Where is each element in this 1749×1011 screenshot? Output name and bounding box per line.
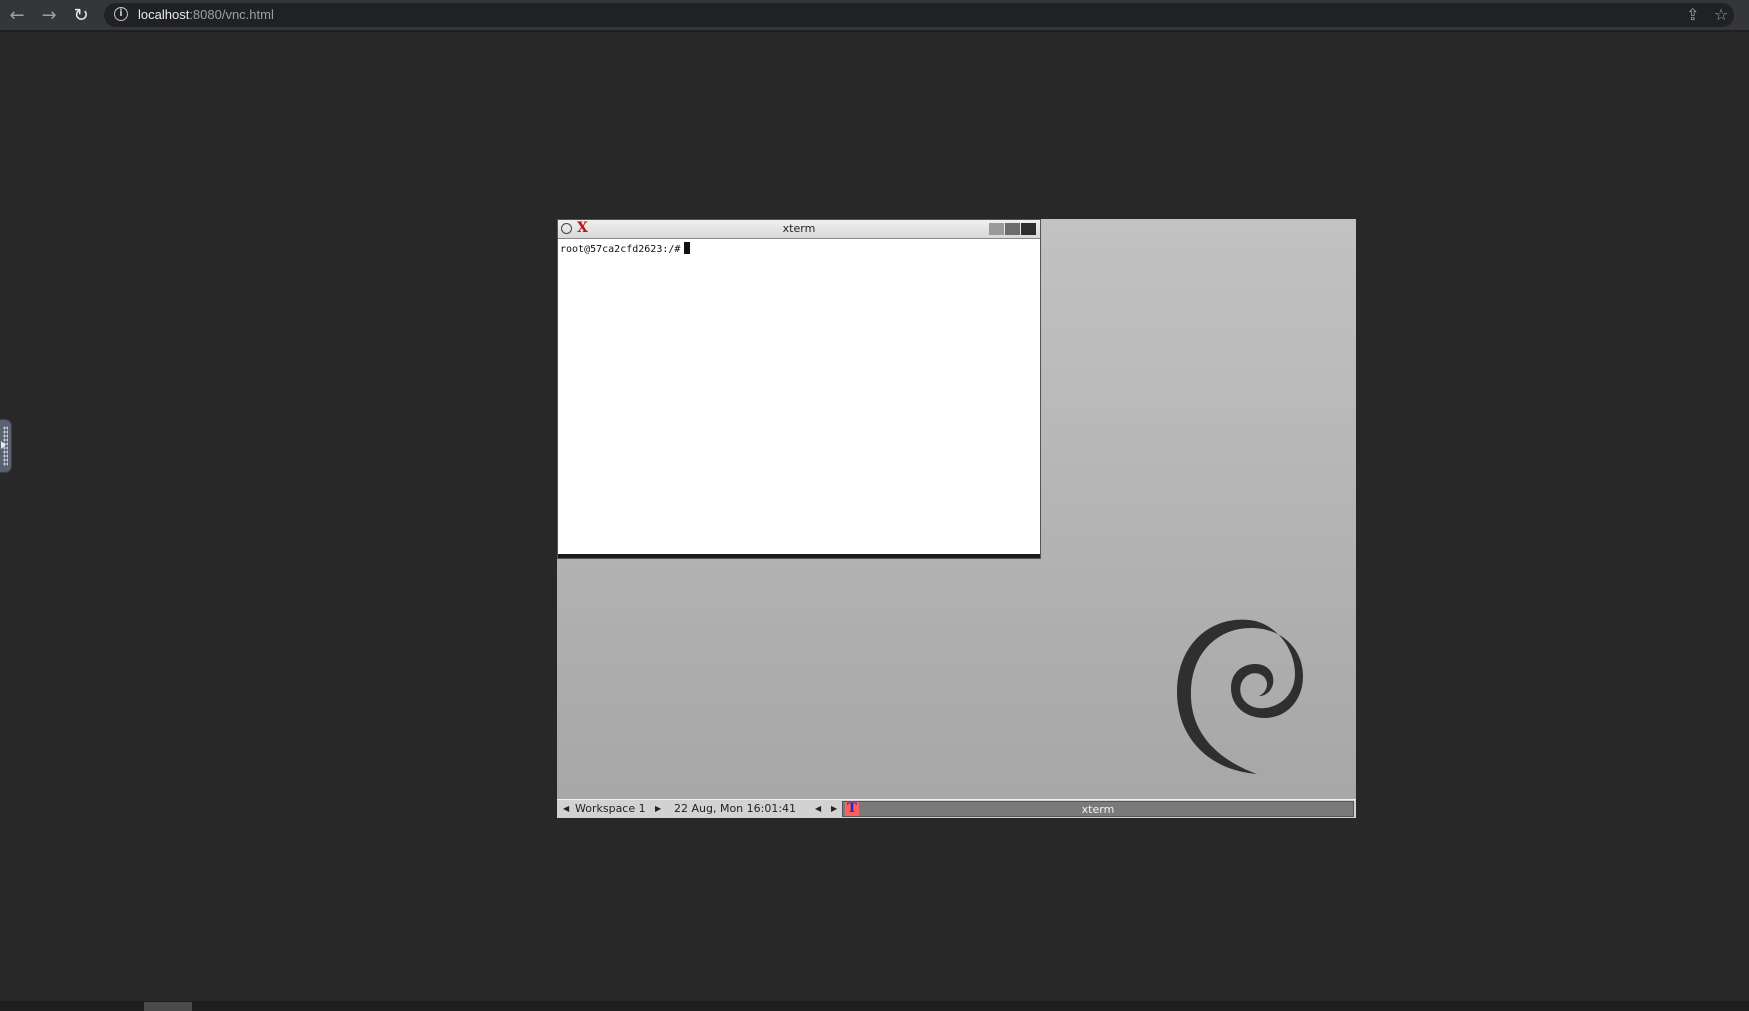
workspace-next-arrow-icon[interactable]: ▶: [655, 804, 661, 813]
url-host: localhost: [138, 7, 190, 22]
url-path: :8080/vnc.html: [189, 7, 274, 22]
novnc-control-bar-handle[interactable]: [0, 420, 11, 472]
forward-icon[interactable]: →: [38, 5, 60, 27]
close-button[interactable]: [1021, 223, 1036, 235]
bookmark-star-icon[interactable]: ☆: [1714, 6, 1728, 24]
xterm-bottom-border: [558, 554, 1040, 558]
minimize-button[interactable]: [989, 223, 1004, 235]
maximize-button[interactable]: [1005, 223, 1020, 235]
terminal-area[interactable]: root@57ca2cfd2623:/#: [559, 240, 1039, 552]
share-icon[interactable]: ⇪: [1686, 6, 1699, 24]
url-text[interactable]: localhost:8080/vnc.html: [138, 7, 274, 22]
xterm-title: xterm: [782, 222, 816, 235]
debian-swirl-logo: [1177, 619, 1303, 774]
prompt-text: root@57ca2cfd2623:/#: [560, 244, 681, 255]
clock: 22 Aug, Mon 16:01:41: [674, 802, 797, 815]
bottom-strip: [0, 1001, 1749, 1011]
expand-arrow-icon: [1, 441, 6, 449]
site-info-icon[interactable]: i: [114, 7, 128, 21]
bottom-scroll-thumb[interactable]: [144, 1002, 192, 1011]
back-icon[interactable]: ←: [6, 5, 28, 27]
taskbar-task-xterm[interactable]: T xterm: [842, 801, 1354, 817]
taskbar: ◀ Workspace 1 ▶ 22 Aug, Mon 16:01:41 ◀ ▶…: [557, 799, 1356, 818]
workspace-label[interactable]: Workspace 1: [575, 802, 646, 815]
remote-desktop[interactable]: X xterm root@57ca2cfd2623:/# ◀ Workspace…: [557, 219, 1356, 818]
xterm-window[interactable]: X xterm root@57ca2cfd2623:/#: [557, 219, 1041, 559]
address-bar[interactable]: i localhost:8080/vnc.html ⇪ ☆: [104, 3, 1734, 27]
task-label: xterm: [1081, 803, 1115, 816]
workspace-prev-arrow-icon[interactable]: ◀: [563, 804, 569, 813]
terminal-prompt: root@57ca2cfd2623:/#: [560, 242, 691, 255]
reload-icon[interactable]: ↻: [70, 5, 92, 27]
terminal-cursor: [684, 242, 691, 254]
browser-toolbar: ← → ↻ i localhost:8080/vnc.html ⇪ ☆: [0, 0, 1749, 32]
task-prev-arrow-icon[interactable]: ◀: [815, 804, 821, 813]
task-next-arrow-icon[interactable]: ▶: [831, 804, 837, 813]
xterm-titlebar[interactable]: X xterm: [558, 220, 1040, 239]
